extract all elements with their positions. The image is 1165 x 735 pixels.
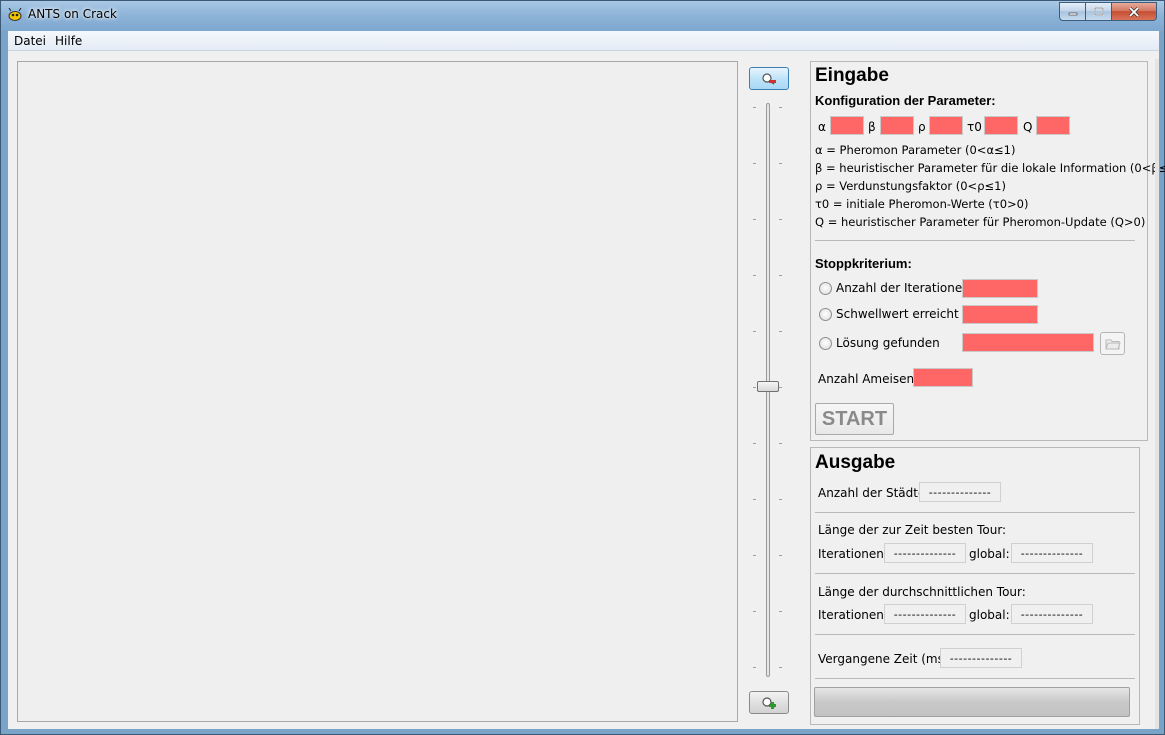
slider-tick bbox=[753, 275, 756, 276]
slider-tick bbox=[779, 219, 782, 220]
param-input-tau0[interactable] bbox=[984, 116, 1018, 135]
slider-tick bbox=[779, 387, 782, 388]
stop-label-iterations: Anzahl der Iterationen bbox=[836, 281, 970, 295]
eingabe-title: Eingabe bbox=[815, 65, 889, 86]
minimize-icon bbox=[1068, 12, 1077, 15]
param-description: ρ = Verdunstungsfaktor (0<ρ≤1) bbox=[815, 179, 1006, 193]
avg-iter-label: Iterationen: bbox=[818, 608, 888, 622]
menu-bar: Datei Hilfe bbox=[8, 31, 1159, 51]
param-label-alpha: α bbox=[818, 120, 826, 134]
cities-value: -------------- bbox=[919, 482, 1001, 502]
zoom-out-icon bbox=[762, 72, 776, 85]
slider-tick bbox=[779, 163, 782, 164]
avg-iter-value: -------------- bbox=[884, 604, 966, 624]
progress-bar bbox=[814, 687, 1130, 717]
app-window: ANTS on Crack Datei Hilfe Eingabe Konfig… bbox=[0, 0, 1165, 735]
ants-input[interactable] bbox=[913, 368, 973, 387]
slider-tick bbox=[779, 667, 782, 668]
divider bbox=[815, 573, 1135, 574]
best-iter-label: Iterationen: bbox=[818, 547, 888, 561]
minimize-button[interactable] bbox=[1059, 2, 1086, 21]
slider-tick bbox=[779, 107, 782, 108]
param-label-q: Q bbox=[1023, 120, 1033, 134]
avg-global-label: global: bbox=[969, 608, 1010, 622]
divider bbox=[815, 634, 1135, 635]
slider-tick bbox=[753, 219, 756, 220]
best-global-label: global: bbox=[969, 547, 1010, 561]
divider bbox=[815, 512, 1135, 513]
folder-open-icon bbox=[1104, 339, 1121, 349]
stop-input-iterations[interactable] bbox=[962, 279, 1038, 298]
window-title: ANTS on Crack bbox=[28, 7, 117, 21]
start-button[interactable]: START bbox=[815, 403, 894, 435]
slider-tick bbox=[753, 499, 756, 500]
ant-icon bbox=[8, 8, 22, 21]
stop-input-solution[interactable] bbox=[962, 333, 1094, 352]
slider-tick bbox=[753, 107, 756, 108]
config-title: Konfiguration der Parameter: bbox=[815, 93, 996, 108]
slider-tick bbox=[753, 387, 756, 388]
window-controls bbox=[1059, 2, 1157, 21]
best-iter-value: -------------- bbox=[884, 543, 966, 563]
maximize-icon bbox=[1093, 7, 1104, 16]
ausgabe-title: Ausgabe bbox=[815, 452, 896, 473]
stop-input-threshold[interactable] bbox=[962, 305, 1038, 324]
best-global-value: -------------- bbox=[1011, 543, 1093, 563]
slider-tick bbox=[753, 611, 756, 612]
slider-tick bbox=[779, 443, 782, 444]
slider-tick bbox=[779, 275, 782, 276]
time-value: -------------- bbox=[940, 648, 1022, 668]
client-area: Eingabe Konfiguration der Parameter: α β… bbox=[8, 51, 1165, 729]
radio-solution[interactable] bbox=[819, 337, 832, 350]
slider-tick bbox=[779, 611, 782, 612]
zoom-out-button[interactable] bbox=[749, 67, 789, 90]
ants-label: Anzahl Ameisen: bbox=[818, 372, 919, 386]
slider-tick bbox=[753, 555, 756, 556]
stop-label-threshold: Schwellwert erreicht bbox=[836, 307, 959, 321]
slider-tick bbox=[753, 443, 756, 444]
zoom-in-icon bbox=[762, 696, 776, 709]
param-input-alpha[interactable] bbox=[830, 116, 864, 135]
param-label-beta: β bbox=[868, 120, 876, 134]
param-description: τ0 = initiale Pheromon-Werte (τ0>0) bbox=[815, 197, 1029, 211]
param-input-rho[interactable] bbox=[929, 116, 963, 135]
slider-tick bbox=[779, 499, 782, 500]
right-edge bbox=[1155, 59, 1159, 729]
close-button[interactable] bbox=[1112, 2, 1157, 21]
menu-datei[interactable]: Datei bbox=[14, 34, 46, 48]
cities-label: Anzahl der Städte: bbox=[818, 486, 930, 500]
divider bbox=[815, 240, 1135, 241]
close-icon bbox=[1128, 6, 1140, 17]
slider-tick bbox=[779, 555, 782, 556]
slider-tick bbox=[753, 163, 756, 164]
best-tour-title: Länge der zur Zeit besten Tour: bbox=[818, 523, 1007, 537]
maximize-button[interactable] bbox=[1086, 2, 1112, 21]
divider bbox=[815, 678, 1135, 679]
slider-tick bbox=[779, 331, 782, 332]
slider-tick bbox=[753, 667, 756, 668]
tour-canvas[interactable] bbox=[17, 61, 738, 722]
title-bar[interactable]: ANTS on Crack bbox=[1, 1, 1164, 31]
zoom-in-button[interactable] bbox=[749, 691, 789, 714]
param-input-beta[interactable] bbox=[880, 116, 914, 135]
open-file-button[interactable] bbox=[1100, 332, 1125, 355]
avg-global-value: -------------- bbox=[1011, 604, 1093, 624]
radio-iterations[interactable] bbox=[819, 282, 832, 295]
param-description: Q = heuristischer Parameter für Pheromon… bbox=[815, 215, 1146, 229]
avg-tour-title: Länge der durchschnittlichen Tour: bbox=[818, 585, 1026, 599]
time-label: Vergangene Zeit (ms): bbox=[818, 652, 953, 666]
param-label-tau0: τ0 bbox=[967, 120, 982, 134]
param-description: β = heuristischer Parameter für die loka… bbox=[815, 161, 1165, 175]
radio-threshold[interactable] bbox=[819, 308, 832, 321]
slider-tick bbox=[753, 331, 756, 332]
stop-label-solution: Lösung gefunden bbox=[836, 336, 940, 350]
menu-hilfe[interactable]: Hilfe bbox=[55, 34, 82, 48]
zoom-slider-thumb[interactable] bbox=[757, 381, 779, 392]
param-label-rho: ρ bbox=[918, 120, 926, 134]
stop-title: Stoppkriterium: bbox=[815, 256, 912, 271]
param-description: α = Pheromon Parameter (0<α≤1) bbox=[815, 143, 1016, 157]
param-input-q[interactable] bbox=[1036, 116, 1070, 135]
